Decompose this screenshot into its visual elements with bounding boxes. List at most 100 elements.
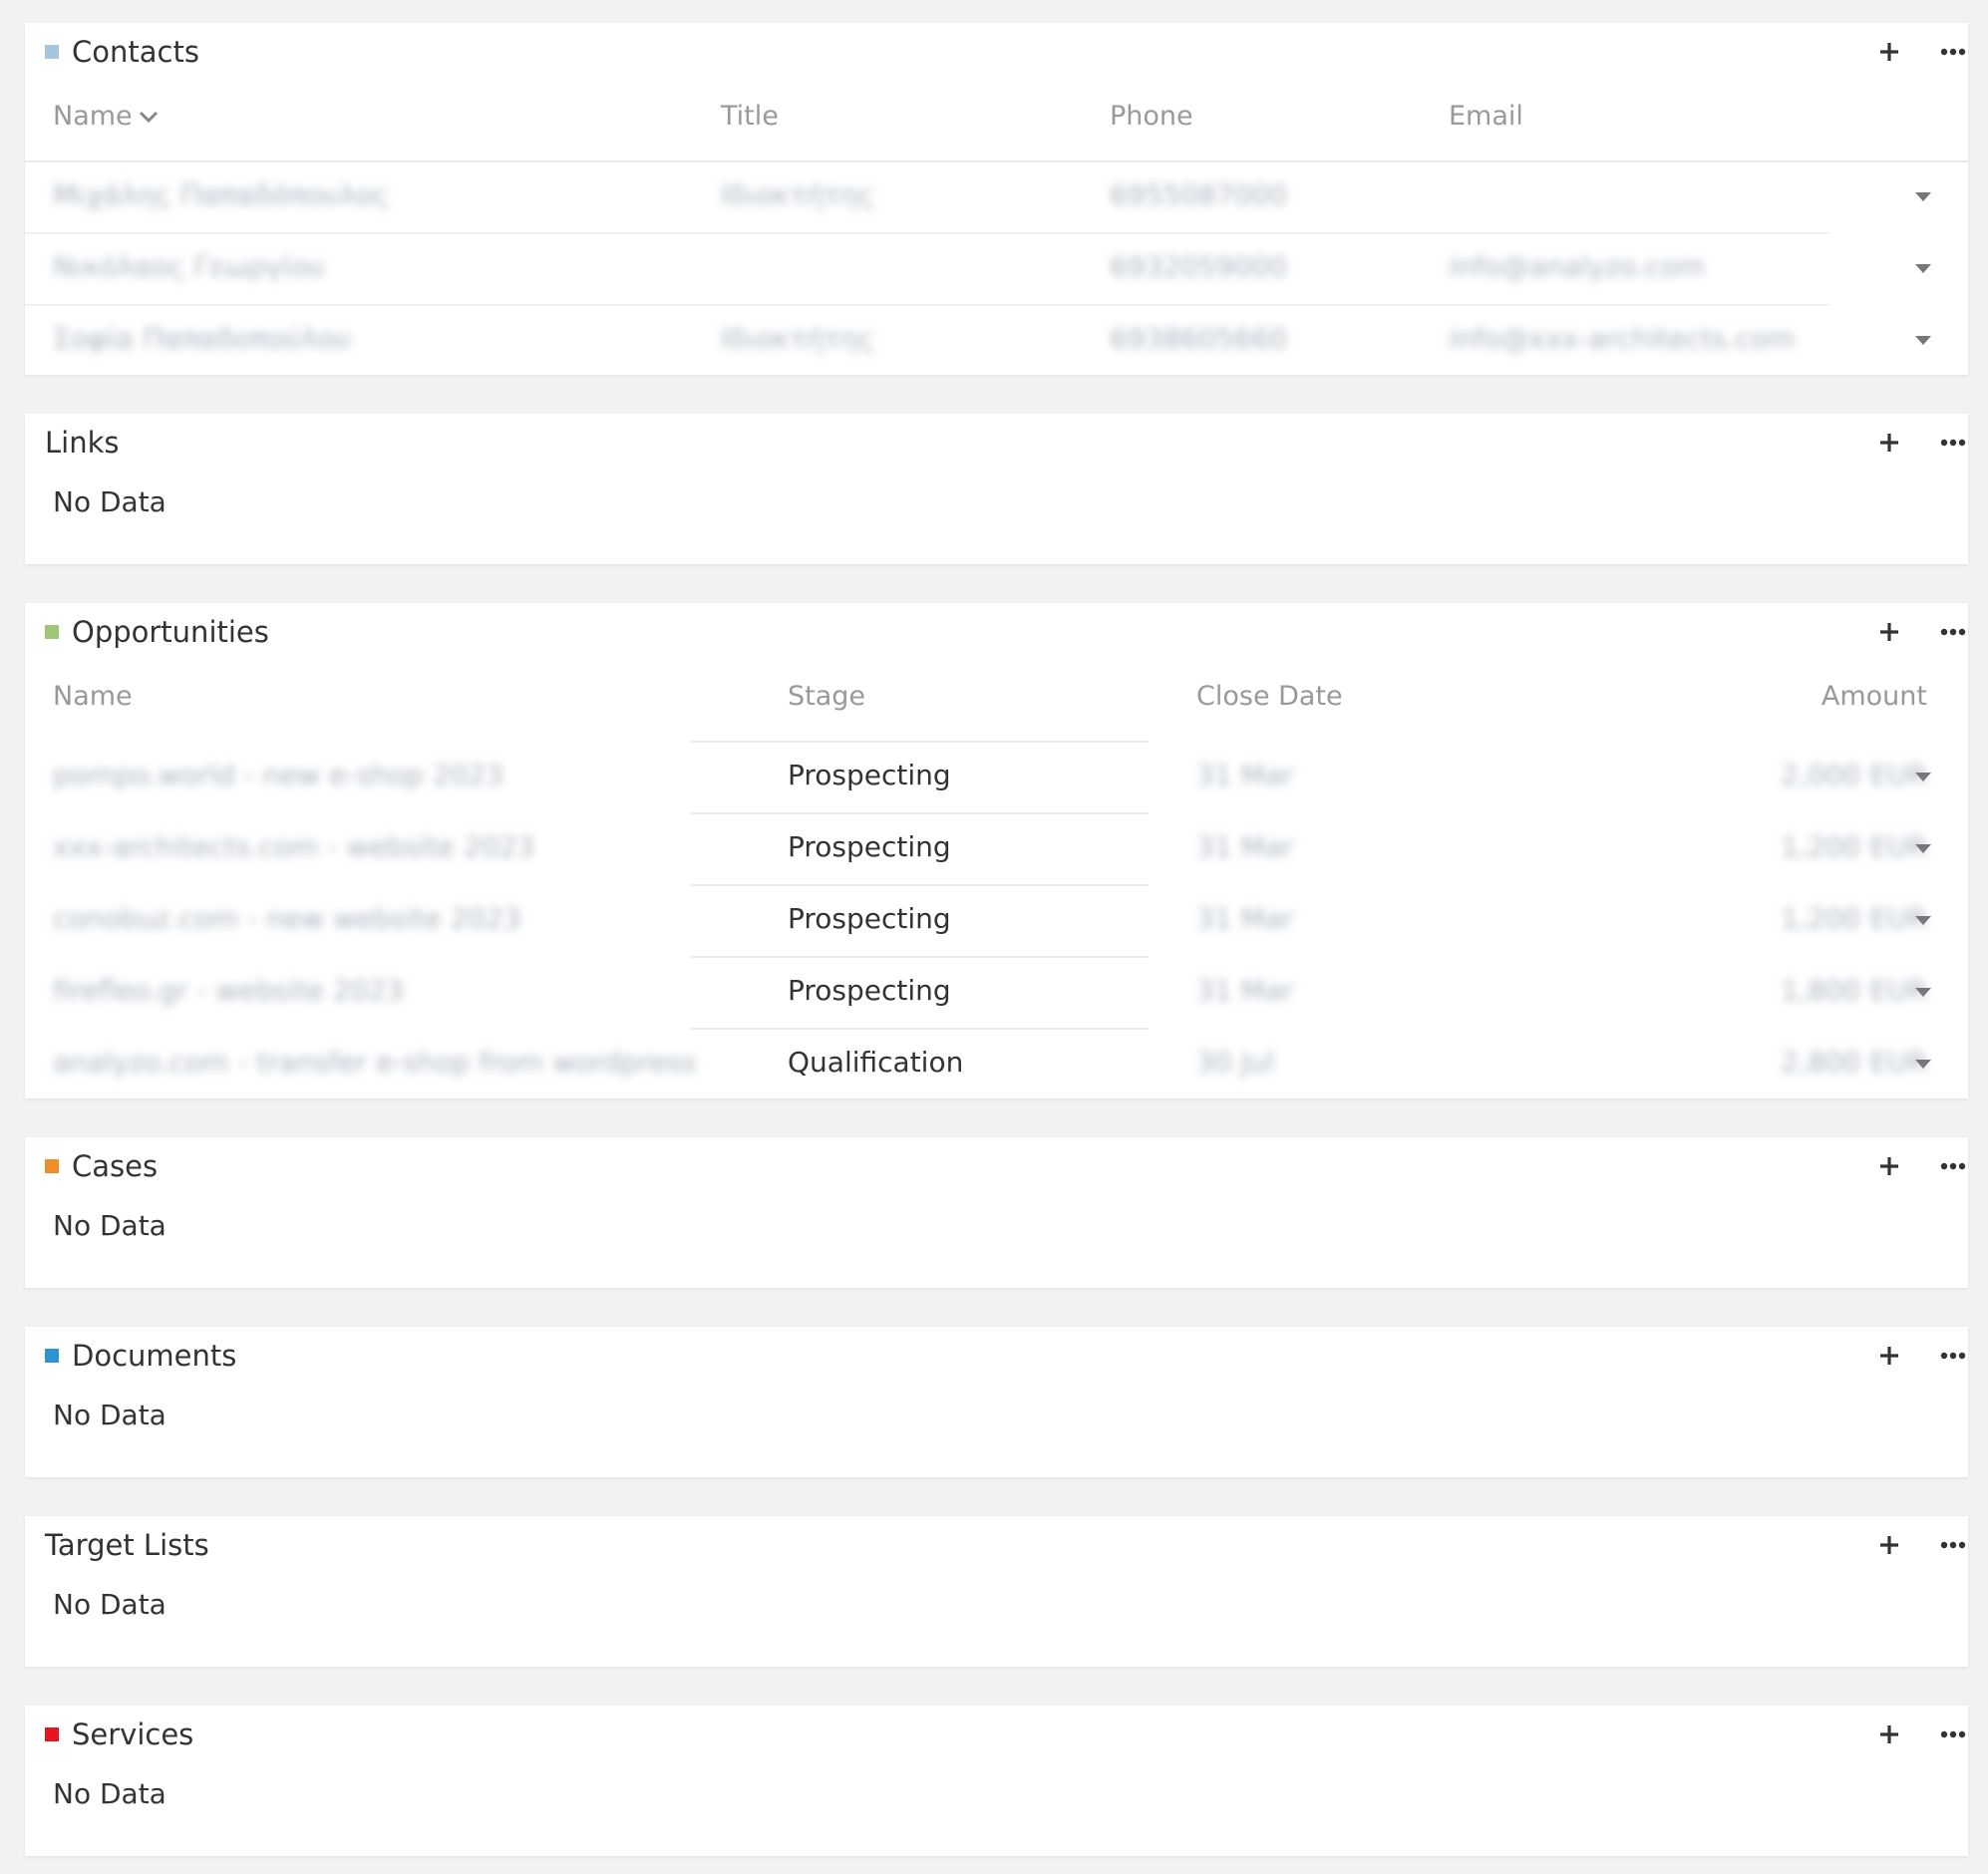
table-row: Νικόλαος Γεωργίου 6932059000 info@analyz…: [25, 232, 1968, 304]
contact-name[interactable]: Νικόλαος Γεωργίου: [53, 250, 325, 283]
services-more-button[interactable]: [1933, 1716, 1968, 1753]
contact-phone[interactable]: 6955087000: [1110, 178, 1287, 211]
opportunities-col-name[interactable]: Name: [53, 681, 133, 712]
caret-down-icon: [1915, 1059, 1931, 1069]
cases-more-button[interactable]: [1933, 1147, 1968, 1185]
target-lists-panel-title[interactable]: Target Lists: [45, 1528, 209, 1562]
caret-down-icon: [1915, 843, 1931, 853]
table-row: pompo.world - new e-shop 2023 Prospectin…: [25, 741, 1968, 812]
opportunities-col-amount[interactable]: Amount: [1700, 681, 1927, 712]
documents-no-data: No Data: [53, 1399, 166, 1431]
contacts-col-title[interactable]: Title: [721, 101, 779, 132]
chevron-down-icon: [139, 111, 158, 123]
links-panel-title[interactable]: Links: [45, 426, 120, 460]
services-panel-header: Services: [25, 1706, 1968, 1763]
opportunity-name[interactable]: pompo.world - new e-shop 2023: [53, 759, 503, 791]
more-horizontal-icon: [1940, 1352, 1966, 1360]
contacts-panel: Contacts Name Title Phone Email Μιχάλης …: [25, 23, 1968, 375]
table-row: firefleo.gr - website 2023 Prospecting 3…: [25, 956, 1968, 1028]
services-color-square: [45, 1727, 59, 1741]
opportunities-col-close-date[interactable]: Close Date: [1196, 681, 1343, 712]
opportunity-name[interactable]: conobuz.com - new website 2023: [53, 902, 521, 935]
caret-down-icon: [1915, 263, 1931, 273]
row-dropdown-button[interactable]: [1911, 330, 1935, 350]
services-panel-title[interactable]: Services: [72, 1718, 193, 1751]
cases-panel-header: Cases: [25, 1137, 1968, 1195]
contacts-add-button[interactable]: [1869, 33, 1909, 71]
table-row: analyzo.com - transfer e-shop from wordp…: [25, 1028, 1968, 1098]
caret-down-icon: [1915, 915, 1931, 925]
plus-icon: [1880, 434, 1898, 452]
documents-panel-title[interactable]: Documents: [72, 1339, 236, 1373]
cases-panel: Cases No Data: [25, 1137, 1968, 1288]
opportunity-amount: 1,200 EUR: [1781, 830, 1927, 863]
opportunities-panel: Opportunities Name Stage Close Date Amou…: [25, 603, 1968, 1098]
cases-color-square: [45, 1159, 59, 1173]
cases-add-button[interactable]: [1869, 1147, 1909, 1185]
links-panel-header: Links: [25, 414, 1968, 471]
table-row: conobuz.com - new website 2023 Prospecti…: [25, 884, 1968, 956]
contact-email[interactable]: info@analyzo.com: [1449, 250, 1705, 283]
cases-no-data: No Data: [53, 1209, 166, 1242]
row-dropdown-button[interactable]: [1911, 186, 1935, 206]
contact-email[interactable]: info@xxx-architects.com: [1449, 322, 1795, 355]
opportunity-name[interactable]: analyzo.com - transfer e-shop from wordp…: [53, 1046, 696, 1079]
links-panel: Links No Data: [25, 414, 1968, 564]
contacts-col-phone[interactable]: Phone: [1110, 101, 1193, 132]
caret-down-icon: [1915, 987, 1931, 997]
more-horizontal-icon: [1940, 48, 1966, 56]
opportunities-color-square: [45, 625, 59, 639]
contact-name[interactable]: Σοφία Παπαδοπούλου: [53, 322, 351, 355]
row-dropdown-button[interactable]: [1911, 767, 1935, 786]
services-add-button[interactable]: [1869, 1716, 1909, 1753]
plus-icon: [1880, 1157, 1898, 1175]
row-dropdown-button[interactable]: [1911, 1054, 1935, 1074]
opportunities-col-stage[interactable]: Stage: [788, 681, 865, 712]
opportunities-panel-title[interactable]: Opportunities: [72, 615, 269, 649]
documents-add-button[interactable]: [1869, 1337, 1909, 1375]
opportunities-more-button[interactable]: [1933, 613, 1968, 651]
opportunity-name[interactable]: firefleo.gr - website 2023: [53, 974, 404, 1007]
cases-panel-title[interactable]: Cases: [72, 1149, 158, 1183]
opportunity-close-date: 31 Mar: [1196, 974, 1294, 1007]
caret-down-icon: [1915, 191, 1931, 201]
target-lists-more-button[interactable]: [1933, 1526, 1968, 1564]
links-no-data: No Data: [53, 485, 166, 518]
contact-phone[interactable]: 6938605660: [1110, 322, 1287, 355]
row-dropdown-button[interactable]: [1911, 258, 1935, 278]
documents-more-button[interactable]: [1933, 1337, 1968, 1375]
more-horizontal-icon: [1940, 628, 1966, 636]
contact-phone[interactable]: 6932059000: [1110, 250, 1287, 283]
opportunity-amount: 1,800 EUR: [1781, 974, 1927, 1007]
contacts-table-header: Name Title Phone Email: [25, 81, 1968, 153]
documents-color-square: [45, 1349, 59, 1363]
opportunity-close-date: 31 Mar: [1196, 759, 1294, 791]
contacts-col-email[interactable]: Email: [1449, 101, 1523, 132]
row-dropdown-button[interactable]: [1911, 910, 1935, 930]
contacts-color-square: [45, 45, 59, 59]
opportunity-close-date: 30 Jul: [1196, 1046, 1275, 1079]
contacts-col-name[interactable]: Name: [53, 101, 159, 132]
links-add-button[interactable]: [1869, 424, 1909, 462]
contacts-panel-title[interactable]: Contacts: [72, 35, 199, 69]
plus-icon: [1880, 1725, 1898, 1743]
row-dropdown-button[interactable]: [1911, 838, 1935, 858]
more-horizontal-icon: [1940, 1541, 1966, 1549]
opportunity-amount: 2,000 EUR: [1781, 759, 1927, 791]
target-lists-add-button[interactable]: [1869, 1526, 1909, 1564]
contact-name[interactable]: Μιχάλης Παπαδόπουλος: [53, 178, 389, 211]
table-row: xxx-architects.com - website 2023 Prospe…: [25, 812, 1968, 884]
row-dropdown-button[interactable]: [1911, 982, 1935, 1002]
opportunity-amount: 1,200 EUR: [1781, 902, 1927, 935]
services-panel: Services No Data: [25, 1706, 1968, 1856]
opportunities-add-button[interactable]: [1869, 613, 1909, 651]
opportunity-name[interactable]: xxx-architects.com - website 2023: [53, 830, 534, 863]
more-horizontal-icon: [1940, 1162, 1966, 1170]
caret-down-icon: [1915, 335, 1931, 345]
links-more-button[interactable]: [1933, 424, 1968, 462]
opportunities-panel-header: Opportunities: [25, 603, 1968, 661]
contacts-more-button[interactable]: [1933, 33, 1968, 71]
caret-down-icon: [1915, 772, 1931, 781]
opportunity-close-date: 31 Mar: [1196, 902, 1294, 935]
opportunity-stage: Prospecting: [788, 974, 951, 1007]
